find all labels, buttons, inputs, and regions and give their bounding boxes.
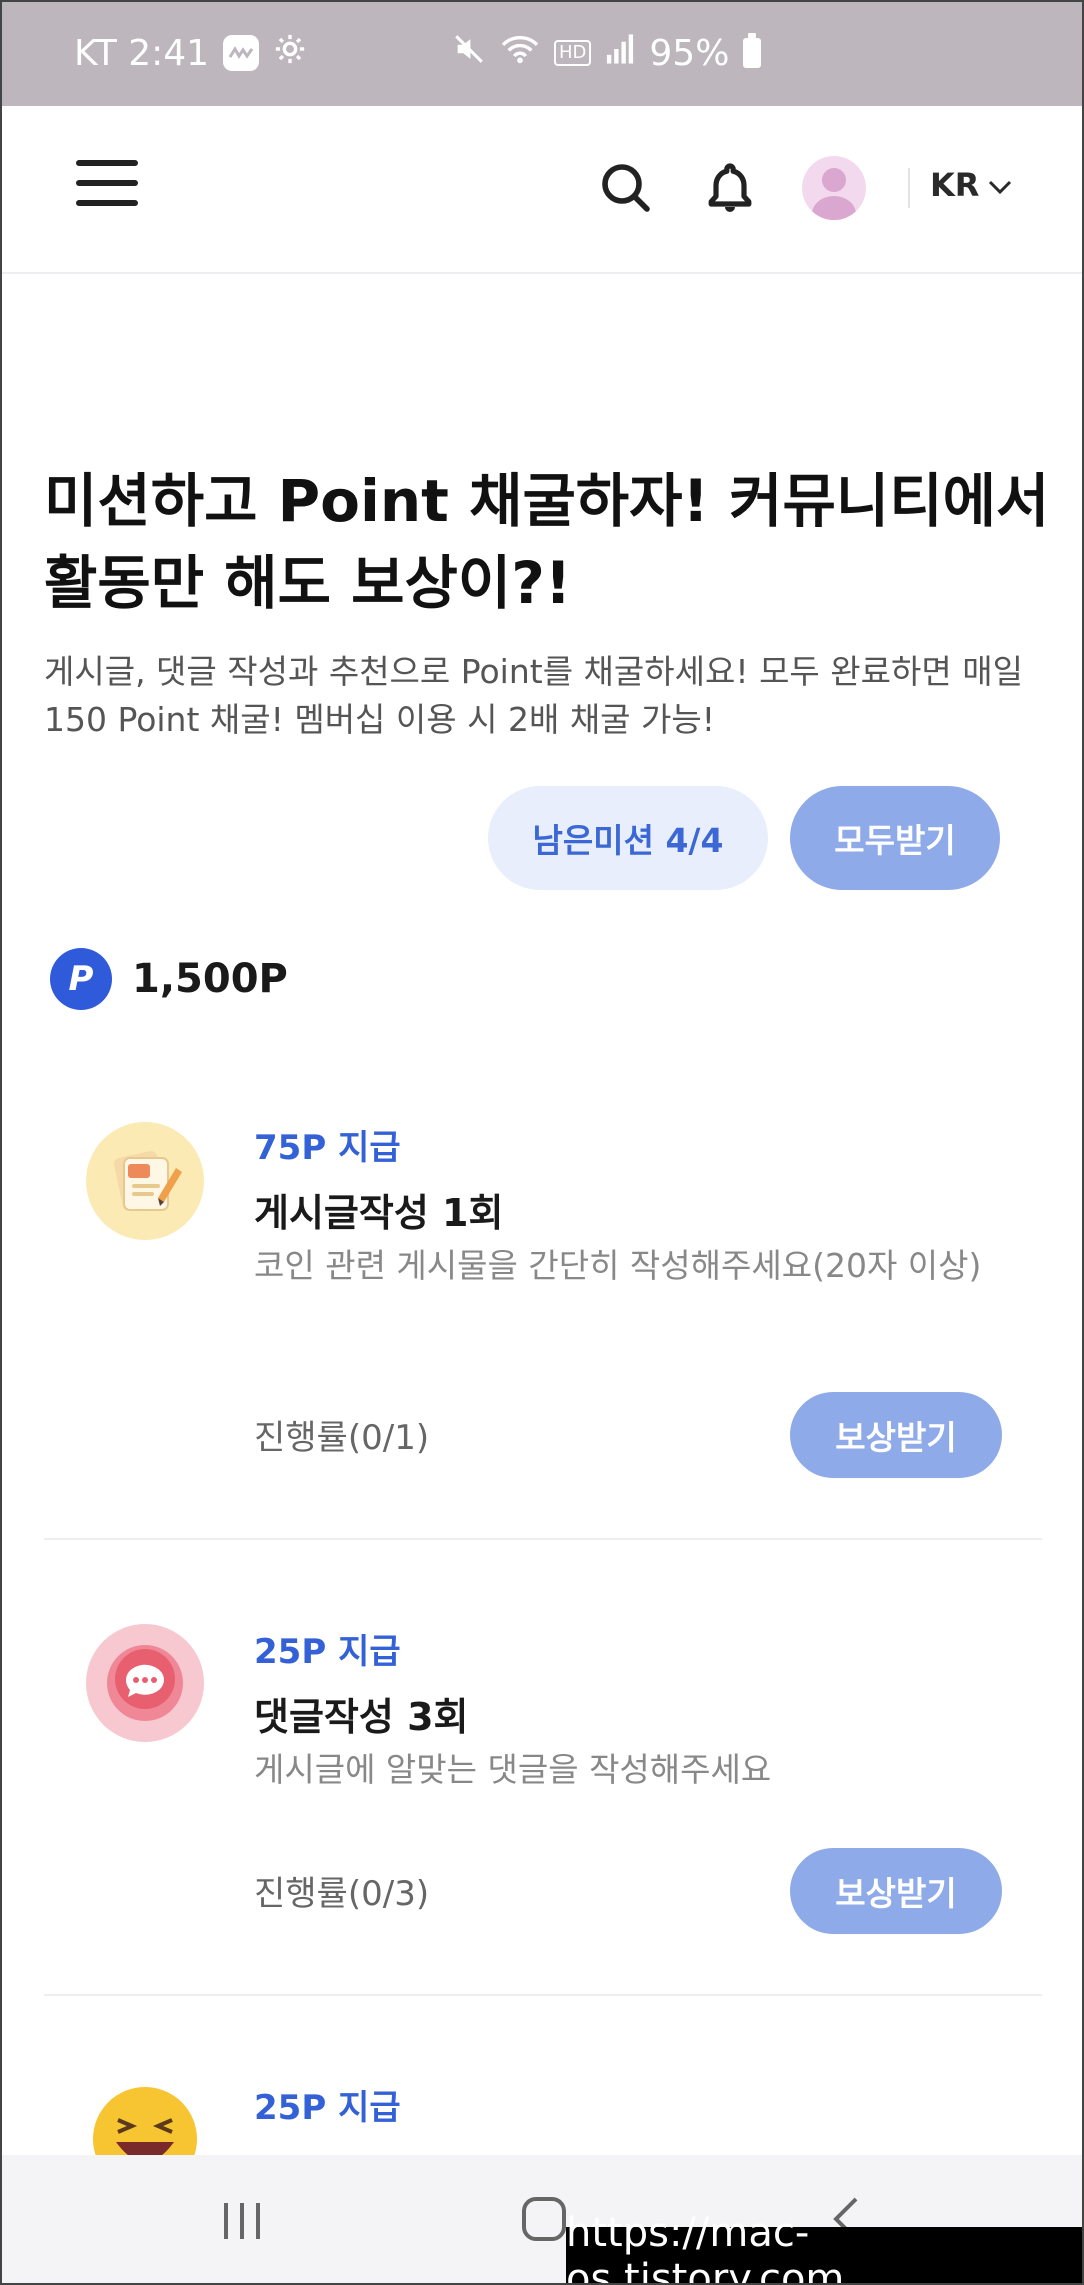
user-avatar[interactable]	[802, 156, 866, 220]
recent-apps-icon[interactable]	[202, 2183, 282, 2253]
header-divider	[908, 168, 910, 208]
battery-percent: 95%	[649, 32, 730, 74]
mission-divider	[44, 1538, 1042, 1540]
point-balance: P 1,500P	[50, 948, 288, 1010]
app-screen: KT 2:41 HD 95% KR 미션하고 Point 채굴하자! 커뮤니티에…	[0, 0, 1084, 2285]
mission-description: 코인 관련 게시물을 간단히 작성해주세요(20자 이상)	[254, 1246, 982, 1285]
mission-description: 게시글에 알맞는 댓글을 작성해주세요	[254, 1750, 772, 1789]
top-header: KR	[0, 106, 1084, 274]
battery-icon	[743, 33, 762, 68]
status-right: HD 95%	[452, 0, 762, 106]
notification-bell-icon[interactable]	[700, 158, 760, 218]
language-label: KR	[930, 166, 980, 204]
mute-icon	[452, 32, 486, 75]
signal-icon	[605, 33, 635, 74]
mission-card: 75P 지급 게시글작성 1회 코인 관련 게시물을 간단히 작성해주세요(20…	[44, 1120, 1042, 1540]
status-bar: KT 2:41 HD 95%	[0, 0, 1084, 106]
app-notification-icon	[223, 35, 260, 71]
mission-title: 게시글작성 1회	[254, 1191, 504, 1235]
mission-divider	[44, 1994, 1042, 1996]
watermark: https://mac-os.tistory.com	[566, 2210, 1084, 2285]
settings-gear-icon	[273, 32, 307, 75]
wifi-icon	[500, 32, 540, 75]
mission-title: 댓글작성 3회	[254, 1695, 469, 1739]
page-description: 게시글, 댓글 작성과 추천으로 Point를 채굴하세요! 모두 완료하면 매…	[44, 652, 1023, 739]
chevron-down-icon	[987, 166, 1013, 204]
mission-progress: 진행률(0/1)	[254, 1418, 430, 1458]
search-icon[interactable]	[596, 158, 656, 218]
chat-bubble-icon	[86, 1624, 204, 1742]
claim-reward-button[interactable]: 보상받기	[790, 1392, 1002, 1478]
mission-reward: 75P 지급	[254, 1128, 401, 1168]
status-left: KT 2:41	[74, 32, 307, 75]
language-selector[interactable]: KR	[930, 166, 1013, 204]
point-balance-value: 1,500P	[132, 956, 288, 1002]
mission-progress: 진행률(0/3)	[254, 1874, 430, 1914]
point-coin-icon: P	[50, 948, 112, 1010]
receive-all-button[interactable]: 모두받기	[790, 786, 1000, 890]
mission-reward: 25P 지급	[254, 1632, 401, 1672]
hd-voice-icon: HD	[554, 40, 592, 66]
document-pen-icon	[86, 1122, 204, 1240]
remaining-missions-badge: 남은미션 4/4	[488, 786, 768, 890]
mission-reward: 25P 지급	[254, 2088, 401, 2128]
menu-hamburger-icon[interactable]	[76, 160, 138, 210]
claim-reward-button[interactable]: 보상받기	[790, 1848, 1002, 1934]
carrier-time: KT 2:41	[74, 32, 210, 74]
mission-card: 25P 지급 댓글작성 3회 게시글에 알맞는 댓글을 작성해주세요 진행률(0…	[44, 1624, 1042, 1998]
mission-card: 25P 지급	[44, 2080, 1042, 2191]
page-title: 미션하고 Point 채굴하자! 커뮤니티에서 활동만 해도 보상이?!	[44, 467, 1050, 617]
